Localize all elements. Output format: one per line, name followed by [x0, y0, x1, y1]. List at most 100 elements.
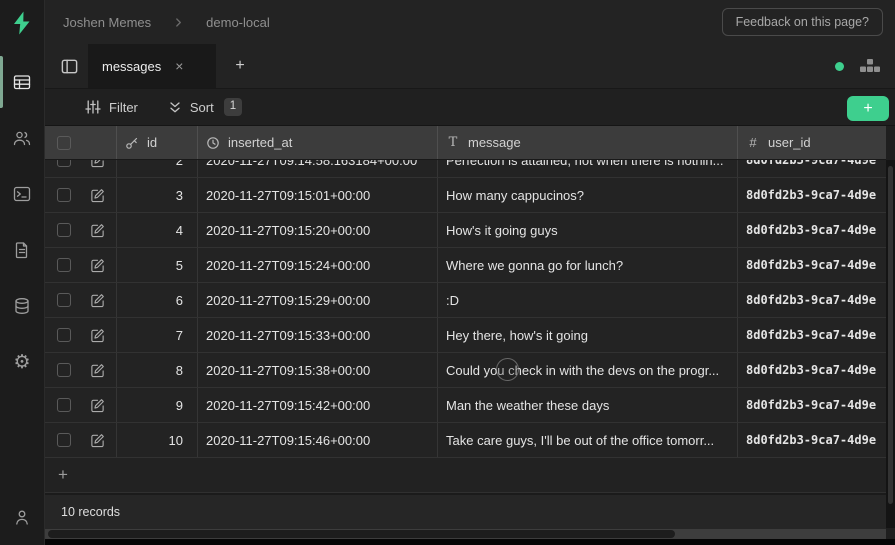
row-checkbox[interactable] [57, 293, 71, 307]
cell-user-id[interactable]: 8d0fd2b3-9ca7-4d9e [737, 388, 886, 422]
tab-messages[interactable]: messages × [88, 44, 216, 88]
cell-inserted-at[interactable]: 2020-11-27T09:15:38+00:00 [197, 353, 437, 387]
cell-message[interactable]: How many cappucinos? [437, 178, 737, 212]
row-checkbox[interactable] [57, 188, 71, 202]
cell-message[interactable]: Perfection is attained, not when there i… [437, 160, 737, 177]
cell-inserted-at[interactable]: 2020-11-27T09:15:24+00:00 [197, 248, 437, 282]
vertical-scrollbar-thumb[interactable] [888, 166, 893, 504]
table-row[interactable]: 10 2020-11-27T09:15:46+00:00 Take care g… [45, 423, 886, 458]
new-tab-button[interactable]: + [229, 44, 251, 88]
edit-row-icon[interactable] [90, 398, 105, 413]
sidebar-item-database[interactable] [0, 284, 44, 328]
table-row[interactable]: 9 2020-11-27T09:15:42+00:00 Man the weat… [45, 388, 886, 423]
sidebar-item-table-editor[interactable] [0, 60, 44, 104]
close-icon[interactable]: × [175, 58, 183, 74]
select-all-checkbox[interactable] [57, 136, 71, 150]
terminal-icon [12, 184, 32, 204]
cell-message[interactable]: How's it going guys [437, 213, 737, 247]
row-checkbox[interactable] [57, 363, 71, 377]
add-row-button[interactable]: + [45, 458, 886, 493]
sort-label: Sort [190, 100, 214, 115]
cell-inserted-at[interactable]: 2020-11-27T09:15:29+00:00 [197, 283, 437, 317]
cell-inserted-at[interactable]: 2020-11-27T09:15:20+00:00 [197, 213, 437, 247]
filter-button[interactable]: Filter [85, 99, 138, 115]
table-row[interactable]: 7 2020-11-27T09:15:33+00:00 Hey there, h… [45, 318, 886, 353]
cell-id[interactable]: 9 [116, 388, 197, 422]
cell-user-id[interactable]: 8d0fd2b3-9ca7-4d9e [737, 160, 886, 177]
row-checkbox[interactable] [57, 258, 71, 272]
cell-message[interactable]: Hey there, how's it going [437, 318, 737, 352]
sidebar-item-settings[interactable]: ⚙ [0, 340, 44, 384]
cell-id[interactable]: 5 [116, 248, 197, 282]
horizontal-scrollbar-thumb[interactable] [48, 530, 675, 538]
edit-row-icon[interactable] [90, 160, 105, 168]
table-row[interactable]: 3 2020-11-27T09:15:01+00:00 How many cap… [45, 178, 886, 213]
cell-user-id[interactable]: 8d0fd2b3-9ca7-4d9e [737, 423, 886, 457]
edit-row-icon[interactable] [90, 293, 105, 308]
table-row[interactable]: 4 2020-11-27T09:15:20+00:00 How's it goi… [45, 213, 886, 248]
cell-inserted-at[interactable]: 2020-11-27T09:15:33+00:00 [197, 318, 437, 352]
edit-row-icon[interactable] [90, 328, 105, 343]
cell-id[interactable]: 2 [116, 160, 197, 177]
cell-message[interactable]: :D [437, 283, 737, 317]
row-checkbox[interactable] [57, 160, 71, 167]
row-checkbox[interactable] [57, 398, 71, 412]
breadcrumb-project[interactable]: demo-local [206, 15, 270, 30]
column-header-id[interactable]: id [116, 126, 197, 159]
vertical-scrollbar[interactable] [886, 160, 895, 528]
table-icon [12, 72, 32, 92]
insert-row-button[interactable]: + [847, 96, 889, 121]
sidebar-item-authentication[interactable] [0, 116, 44, 160]
breadcrumb-org[interactable]: Joshen Memes [63, 15, 151, 30]
row-checkbox[interactable] [57, 328, 71, 342]
cell-id[interactable]: 7 [116, 318, 197, 352]
cell-id[interactable]: 10 [116, 423, 197, 457]
cell-inserted-at[interactable]: 2020-11-27T09:15:46+00:00 [197, 423, 437, 457]
cell-id[interactable]: 8 [116, 353, 197, 387]
keyboard-shortcuts-icon[interactable] [859, 58, 881, 74]
column-header-message[interactable]: T message [437, 126, 737, 159]
edit-row-icon[interactable] [90, 188, 105, 203]
column-header-user-id[interactable]: # user_id [737, 126, 886, 159]
sort-button[interactable]: Sort 1 [168, 98, 242, 116]
data-grid: id inserted_at T message # user_id [45, 126, 886, 539]
feedback-button[interactable]: Feedback on this page? [722, 8, 883, 36]
row-checkbox[interactable] [57, 223, 71, 237]
table-row[interactable]: 8 2020-11-27T09:15:38+00:00 Could you ch… [45, 353, 886, 388]
horizontal-scrollbar[interactable] [45, 529, 886, 539]
records-count: 10 records [61, 505, 120, 519]
cell-user-id[interactable]: 8d0fd2b3-9ca7-4d9e [737, 318, 886, 352]
filter-icon [85, 99, 101, 115]
cell-id[interactable]: 3 [116, 178, 197, 212]
cell-inserted-at[interactable]: 2020-11-27T09:15:42+00:00 [197, 388, 437, 422]
row-checkbox[interactable] [57, 433, 71, 447]
cell-message[interactable]: Where we gonna go for lunch? [437, 248, 737, 282]
cell-inserted-at[interactable]: 2020-11-27T09:15:01+00:00 [197, 178, 437, 212]
edit-row-icon[interactable] [90, 258, 105, 273]
edit-row-icon[interactable] [90, 433, 105, 448]
sidebar-item-docs[interactable] [0, 228, 44, 272]
panel-left-icon[interactable] [58, 55, 80, 77]
cell-user-id[interactable]: 8d0fd2b3-9ca7-4d9e [737, 248, 886, 282]
table-row[interactable]: 6 2020-11-27T09:15:29+00:00 :D 8d0fd2b3-… [45, 283, 886, 318]
sidebar-item-account[interactable] [0, 495, 44, 539]
table-row-clipped[interactable]: 2 2020-11-27T09:14:58.163184+00:00 Perfe… [45, 160, 886, 178]
cell-message[interactable]: Could you check in with the devs on the … [437, 353, 737, 387]
cell-user-id[interactable]: 8d0fd2b3-9ca7-4d9e [737, 178, 886, 212]
tab-bar: messages × + [45, 44, 895, 88]
cell-message[interactable]: Man the weather these days [437, 388, 737, 422]
cell-user-id[interactable]: 8d0fd2b3-9ca7-4d9e [737, 213, 886, 247]
cell-inserted-at[interactable]: 2020-11-27T09:14:58.163184+00:00 [197, 160, 437, 177]
edit-row-icon[interactable] [90, 223, 105, 238]
edit-row-icon[interactable] [90, 363, 105, 378]
cell-user-id[interactable]: 8d0fd2b3-9ca7-4d9e [737, 283, 886, 317]
column-header-inserted-at[interactable]: inserted_at [197, 126, 437, 159]
cell-id[interactable]: 4 [116, 213, 197, 247]
cell-message[interactable]: Take care guys, I'll be out of the offic… [437, 423, 737, 457]
sidebar-item-sql-editor[interactable] [0, 172, 44, 216]
number-icon: # [746, 135, 760, 150]
supabase-logo-icon[interactable] [0, 7, 44, 39]
table-row[interactable]: 5 2020-11-27T09:15:24+00:00 Where we gon… [45, 248, 886, 283]
cell-id[interactable]: 6 [116, 283, 197, 317]
cell-user-id[interactable]: 8d0fd2b3-9ca7-4d9e [737, 353, 886, 387]
